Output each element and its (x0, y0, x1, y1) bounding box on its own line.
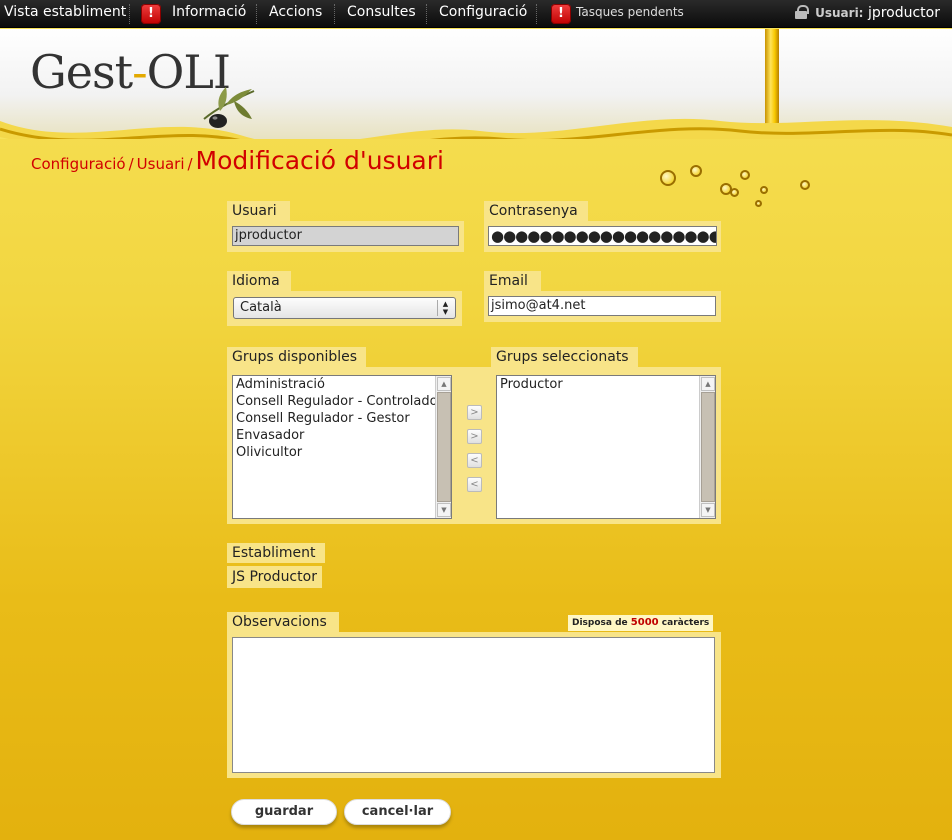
establishment-label: Establiment (227, 543, 325, 563)
breadcrumb-separator: / (128, 155, 134, 173)
nav-vista-establiment[interactable]: Vista establiment (4, 0, 126, 28)
cancel-button[interactable]: cancel·lar (344, 799, 451, 825)
password-field[interactable]: ●●●●●●●●●●●●●●●●●●●●● (488, 226, 717, 246)
language-selected: Català (240, 300, 282, 315)
nav-separator (334, 4, 335, 24)
bubble-decoration (755, 200, 762, 207)
scroll-thumb[interactable] (437, 392, 451, 502)
alert-icon: ! (551, 4, 571, 24)
top-nav-bar: Vista establiment ! Informació Accions C… (0, 0, 952, 28)
scroll-up-icon[interactable]: ▲ (437, 377, 451, 391)
groups-available-list[interactable]: Administració Consell Regulador - Contro… (232, 375, 452, 519)
breadcrumb: Configuració / Usuari / Modificació d'usuari (31, 146, 444, 175)
list-item[interactable]: Envasador (233, 427, 451, 444)
bubble-decoration (660, 170, 676, 186)
observations-label: Observacions (227, 612, 339, 632)
observations-textarea[interactable] (232, 637, 715, 773)
bubble-decoration (800, 180, 810, 190)
chars-suffix: caràcters (661, 618, 710, 628)
add-all-groups-button[interactable]: > (467, 429, 482, 444)
username[interactable]: jproductor (868, 5, 940, 21)
header-banner: Gest-OLI (0, 29, 952, 139)
breadcrumb-usuari[interactable]: Usuari (137, 155, 185, 173)
save-button[interactable]: guardar (231, 799, 337, 825)
nav-separator (129, 4, 130, 24)
breadcrumb-separator: / (187, 155, 193, 173)
scroll-down-icon[interactable]: ▼ (701, 503, 715, 517)
lock-icon (794, 5, 809, 19)
nav-separator (256, 4, 257, 24)
list-item[interactable]: Productor (497, 376, 715, 393)
chars-count: 5000 (630, 617, 659, 628)
page-title: Modificació d'usuari (195, 146, 444, 175)
list-item[interactable]: Consell Regulador - Gestor (233, 410, 451, 427)
email-label: Email (484, 271, 541, 291)
scroll-down-icon[interactable]: ▼ (437, 503, 451, 517)
list-item[interactable]: Consell Regulador - Controlador (233, 393, 451, 410)
chars-prefix: Disposa de (572, 618, 628, 628)
user-label: Usuari: (815, 6, 864, 20)
alert-icon: ! (141, 4, 161, 24)
nav-separator (536, 4, 537, 24)
user-info: Usuari: jproductor (794, 0, 940, 28)
language-label: Idioma (227, 271, 291, 291)
scrollbar[interactable]: ▲ ▼ (435, 376, 451, 518)
nav-accions[interactable]: Accions (269, 0, 322, 28)
scroll-thumb[interactable] (701, 392, 715, 502)
nav-consultes[interactable]: Consultes (347, 0, 416, 28)
list-item[interactable]: Olivicultor (233, 444, 451, 461)
language-select[interactable]: Català ▲ ▼ (233, 297, 456, 319)
bubble-decoration (740, 170, 750, 180)
oil-wave-decoration (0, 118, 952, 139)
scrollbar[interactable]: ▲ ▼ (699, 376, 715, 518)
nav-configuracio[interactable]: Configuració (439, 0, 527, 28)
chars-remaining-note: Disposa de 5000 caràcters (568, 615, 714, 631)
groups-selected-list[interactable]: Productor ▲ ▼ (496, 375, 716, 519)
select-arrows-icon: ▲ ▼ (437, 300, 453, 316)
scroll-up-icon[interactable]: ▲ (701, 377, 715, 391)
bubble-decoration (690, 165, 702, 177)
breadcrumb-configuracio[interactable]: Configuració (31, 155, 126, 173)
nav-separator (426, 4, 427, 24)
groups-selected-label: Grups seleccionats (491, 347, 638, 367)
list-item[interactable]: Administració (233, 376, 451, 393)
remove-group-button[interactable]: < (467, 453, 482, 468)
user-label: Usuari (227, 201, 290, 221)
groups-available-label: Grups disponibles (227, 347, 366, 367)
establishment-value: JS Productor (227, 566, 322, 588)
bubble-decoration (760, 186, 768, 194)
nav-informacio[interactable]: Informació (172, 0, 246, 28)
email-field[interactable]: jsimo@at4.net (488, 296, 716, 316)
bubble-decoration (730, 188, 739, 197)
password-label: Contrasenya (484, 201, 588, 221)
nav-tasques-pendents[interactable]: Tasques pendents (576, 0, 684, 28)
add-group-button[interactable]: > (467, 405, 482, 420)
remove-all-groups-button[interactable]: < (467, 477, 482, 492)
user-field[interactable]: jproductor (232, 226, 459, 246)
